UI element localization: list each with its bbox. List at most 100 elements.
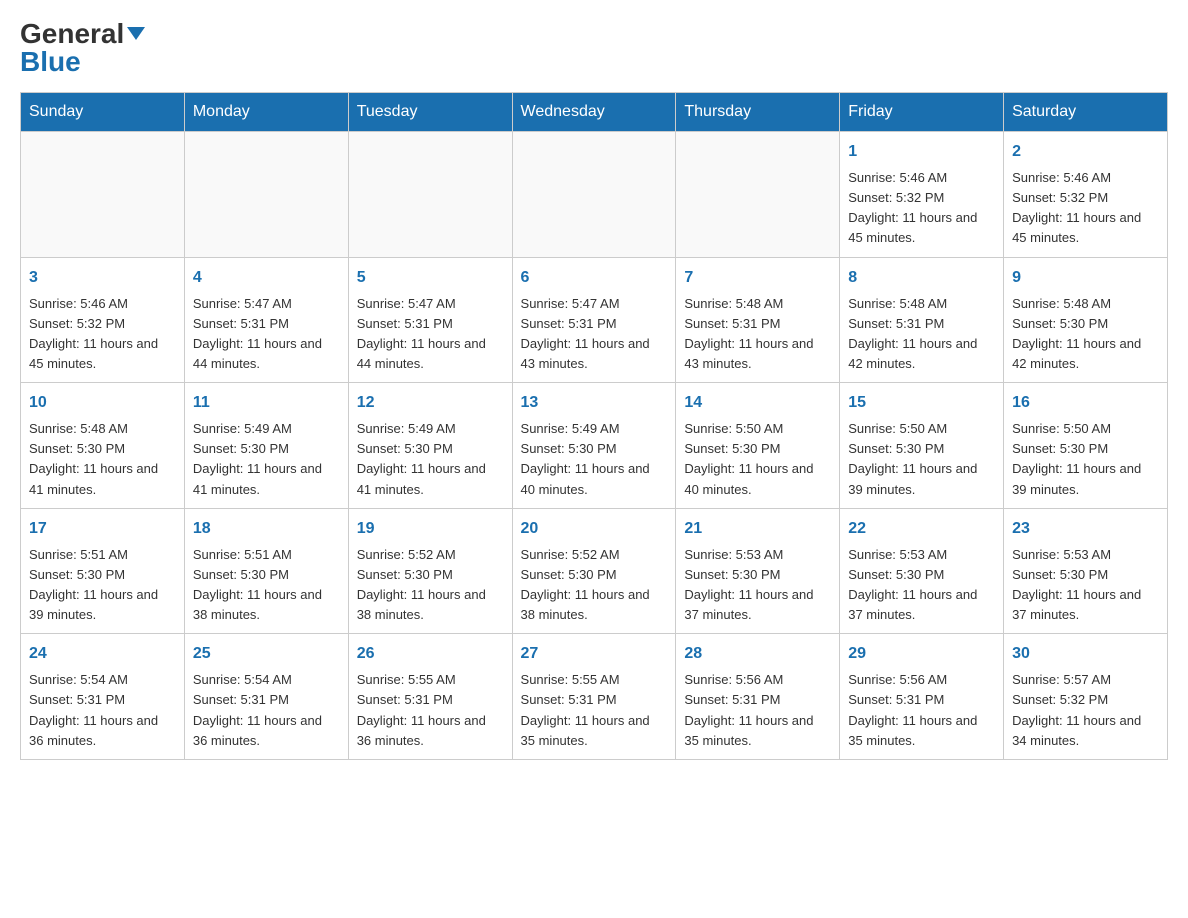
day-info: Sunrise: 5:48 AM Sunset: 5:31 PM Dayligh…: [684, 294, 831, 375]
day-info: Sunrise: 5:53 AM Sunset: 5:30 PM Dayligh…: [1012, 545, 1159, 626]
calendar-cell: 25 Sunrise: 5:54 AM Sunset: 5:31 PM Dayli…: [184, 634, 348, 760]
day-info: Sunrise: 5:57 AM Sunset: 5:32 PM Dayligh…: [1012, 670, 1159, 751]
calendar-cell: [676, 132, 840, 258]
day-info: Sunrise: 5:51 AM Sunset: 5:30 PM Dayligh…: [29, 545, 176, 626]
day-number: 30: [1012, 642, 1159, 666]
day-number: 25: [193, 642, 340, 666]
day-number: 7: [684, 266, 831, 290]
calendar-cell: 1Sunrise: 5:46 AM Sunset: 5:32 PM Daylig…: [840, 132, 1004, 258]
calendar-cell: 21 Sunrise: 5:53 AM Sunset: 5:30 PM Dayli…: [676, 508, 840, 634]
day-info: Sunrise: 5:49 AM Sunset: 5:30 PM Dayligh…: [521, 419, 668, 500]
day-number: 11: [193, 391, 340, 415]
day-number: 21: [684, 517, 831, 541]
calendar-cell: [21, 132, 185, 258]
weekday-header-sunday: Sunday: [21, 93, 185, 132]
calendar-cell: 13 Sunrise: 5:49 AM Sunset: 5:30 PM Dayli…: [512, 383, 676, 509]
day-number: 22: [848, 517, 995, 541]
logo-general: General: [20, 20, 145, 48]
day-info: Sunrise: 5:54 AM Sunset: 5:31 PM Dayligh…: [29, 670, 176, 751]
day-number: 14: [684, 391, 831, 415]
day-info: Sunrise: 5:49 AM Sunset: 5:30 PM Dayligh…: [193, 419, 340, 500]
day-number: 5: [357, 266, 504, 290]
logo: General Blue: [20, 20, 145, 76]
calendar-cell: [348, 132, 512, 258]
day-info: Sunrise: 5:52 AM Sunset: 5:30 PM Dayligh…: [357, 545, 504, 626]
calendar-cell: 3 Sunrise: 5:46 AM Sunset: 5:32 PM Daylig…: [21, 257, 185, 383]
calendar-cell: 23 Sunrise: 5:53 AM Sunset: 5:30 PM Dayli…: [1004, 508, 1168, 634]
day-info: Sunrise: 5:50 AM Sunset: 5:30 PM Dayligh…: [1012, 419, 1159, 500]
weekday-header-wednesday: Wednesday: [512, 93, 676, 132]
calendar-cell: 7 Sunrise: 5:48 AM Sunset: 5:31 PM Daylig…: [676, 257, 840, 383]
day-number: 1: [848, 140, 995, 164]
calendar-cell: 6Sunrise: 5:47 AM Sunset: 5:31 PM Daylig…: [512, 257, 676, 383]
day-number: 18: [193, 517, 340, 541]
calendar-week-row: 24 Sunrise: 5:54 AM Sunset: 5:31 PM Dayli…: [21, 634, 1168, 760]
day-info: Sunrise: 5:56 AM Sunset: 5:31 PM Dayligh…: [848, 670, 995, 751]
calendar-cell: 5 Sunrise: 5:47 AM Sunset: 5:31 PM Daylig…: [348, 257, 512, 383]
day-number: 2: [1012, 140, 1159, 164]
day-number: 28: [684, 642, 831, 666]
calendar-cell: 11 Sunrise: 5:49 AM Sunset: 5:30 PM Dayli…: [184, 383, 348, 509]
calendar-cell: 18 Sunrise: 5:51 AM Sunset: 5:30 PM Dayli…: [184, 508, 348, 634]
day-info: Sunrise: 5:53 AM Sunset: 5:30 PM Dayligh…: [684, 545, 831, 626]
weekday-header-tuesday: Tuesday: [348, 93, 512, 132]
day-number: 9: [1012, 266, 1159, 290]
calendar-cell: [512, 132, 676, 258]
day-number: 15: [848, 391, 995, 415]
day-number: 23: [1012, 517, 1159, 541]
day-number: 29: [848, 642, 995, 666]
calendar-week-row: 10 Sunrise: 5:48 AM Sunset: 5:30 PM Dayli…: [21, 383, 1168, 509]
calendar-cell: 4 Sunrise: 5:47 AM Sunset: 5:31 PM Daylig…: [184, 257, 348, 383]
calendar-cell: 17 Sunrise: 5:51 AM Sunset: 5:30 PM Dayli…: [21, 508, 185, 634]
calendar-table: SundayMondayTuesdayWednesdayThursdayFrid…: [20, 92, 1168, 760]
day-info: Sunrise: 5:48 AM Sunset: 5:31 PM Dayligh…: [848, 294, 995, 375]
weekday-header-thursday: Thursday: [676, 93, 840, 132]
calendar-cell: 27Sunrise: 5:55 AM Sunset: 5:31 PM Dayli…: [512, 634, 676, 760]
day-info: Sunrise: 5:56 AM Sunset: 5:31 PM Dayligh…: [684, 670, 831, 751]
page-header: General Blue: [20, 20, 1168, 76]
day-info: Sunrise: 5:47 AM Sunset: 5:31 PM Dayligh…: [357, 294, 504, 375]
day-number: 3: [29, 266, 176, 290]
calendar-cell: 22 Sunrise: 5:53 AM Sunset: 5:30 PM Dayli…: [840, 508, 1004, 634]
day-info: Sunrise: 5:48 AM Sunset: 5:30 PM Dayligh…: [1012, 294, 1159, 375]
calendar-cell: 20Sunrise: 5:52 AM Sunset: 5:30 PM Dayli…: [512, 508, 676, 634]
calendar-cell: 26Sunrise: 5:55 AM Sunset: 5:31 PM Dayli…: [348, 634, 512, 760]
calendar-week-row: 1 Sunrise: 5:46 AM Sunset: 5:32 PM Daylig…: [21, 132, 1168, 258]
day-number: 17: [29, 517, 176, 541]
day-info: Sunrise: 5:49 AM Sunset: 5:30 PM Dayligh…: [357, 419, 504, 500]
day-number: 13: [521, 391, 668, 415]
weekday-header-saturday: Saturday: [1004, 93, 1168, 132]
day-info: Sunrise: 5:55 AM Sunset: 5:31 PM Dayligh…: [521, 670, 668, 751]
day-info: Sunrise: 5:53 AM Sunset: 5:30 PM Dayligh…: [848, 545, 995, 626]
day-number: 24: [29, 642, 176, 666]
calendar-cell: 12 Sunrise: 5:49 AM Sunset: 5:30 PM Dayli…: [348, 383, 512, 509]
day-number: 12: [357, 391, 504, 415]
day-info: Sunrise: 5:51 AM Sunset: 5:30 PM Dayligh…: [193, 545, 340, 626]
calendar-cell: [184, 132, 348, 258]
day-info: Sunrise: 5:47 AM Sunset: 5:31 PM Dayligh…: [521, 294, 668, 375]
calendar-cell: 2 Sunrise: 5:46 AM Sunset: 5:32 PM Daylig…: [1004, 132, 1168, 258]
calendar-cell: 28 Sunrise: 5:56 AM Sunset: 5:31 PM Dayli…: [676, 634, 840, 760]
calendar-cell: 14 Sunrise: 5:50 AM Sunset: 5:30 PM Dayli…: [676, 383, 840, 509]
calendar-cell: 30 Sunrise: 5:57 AM Sunset: 5:32 PM Dayli…: [1004, 634, 1168, 760]
day-info: Sunrise: 5:46 AM Sunset: 5:32 PM Dayligh…: [29, 294, 176, 375]
day-info: Sunrise: 5:54 AM Sunset: 5:31 PM Dayligh…: [193, 670, 340, 751]
day-info: Sunrise: 5:48 AM Sunset: 5:30 PM Dayligh…: [29, 419, 176, 500]
day-number: 19: [357, 517, 504, 541]
calendar-cell: 24 Sunrise: 5:54 AM Sunset: 5:31 PM Dayli…: [21, 634, 185, 760]
calendar-cell: 19 Sunrise: 5:52 AM Sunset: 5:30 PM Dayli…: [348, 508, 512, 634]
calendar-cell: 16Sunrise: 5:50 AM Sunset: 5:30 PM Dayli…: [1004, 383, 1168, 509]
logo-blue: Blue: [20, 48, 81, 76]
calendar-cell: 9 Sunrise: 5:48 AM Sunset: 5:30 PM Daylig…: [1004, 257, 1168, 383]
calendar-week-row: 3 Sunrise: 5:46 AM Sunset: 5:32 PM Daylig…: [21, 257, 1168, 383]
calendar-cell: 10 Sunrise: 5:48 AM Sunset: 5:30 PM Dayli…: [21, 383, 185, 509]
day-info: Sunrise: 5:47 AM Sunset: 5:31 PM Dayligh…: [193, 294, 340, 375]
weekday-header-row: SundayMondayTuesdayWednesdayThursdayFrid…: [21, 93, 1168, 132]
calendar-cell: 29 Sunrise: 5:56 AM Sunset: 5:31 PM Dayli…: [840, 634, 1004, 760]
weekday-header-monday: Monday: [184, 93, 348, 132]
day-info: Sunrise: 5:46 AM Sunset: 5:32 PM Dayligh…: [1012, 168, 1159, 249]
day-number: 4: [193, 266, 340, 290]
day-number: 20: [521, 517, 668, 541]
day-number: 10: [29, 391, 176, 415]
day-info: Sunrise: 5:50 AM Sunset: 5:30 PM Dayligh…: [684, 419, 831, 500]
